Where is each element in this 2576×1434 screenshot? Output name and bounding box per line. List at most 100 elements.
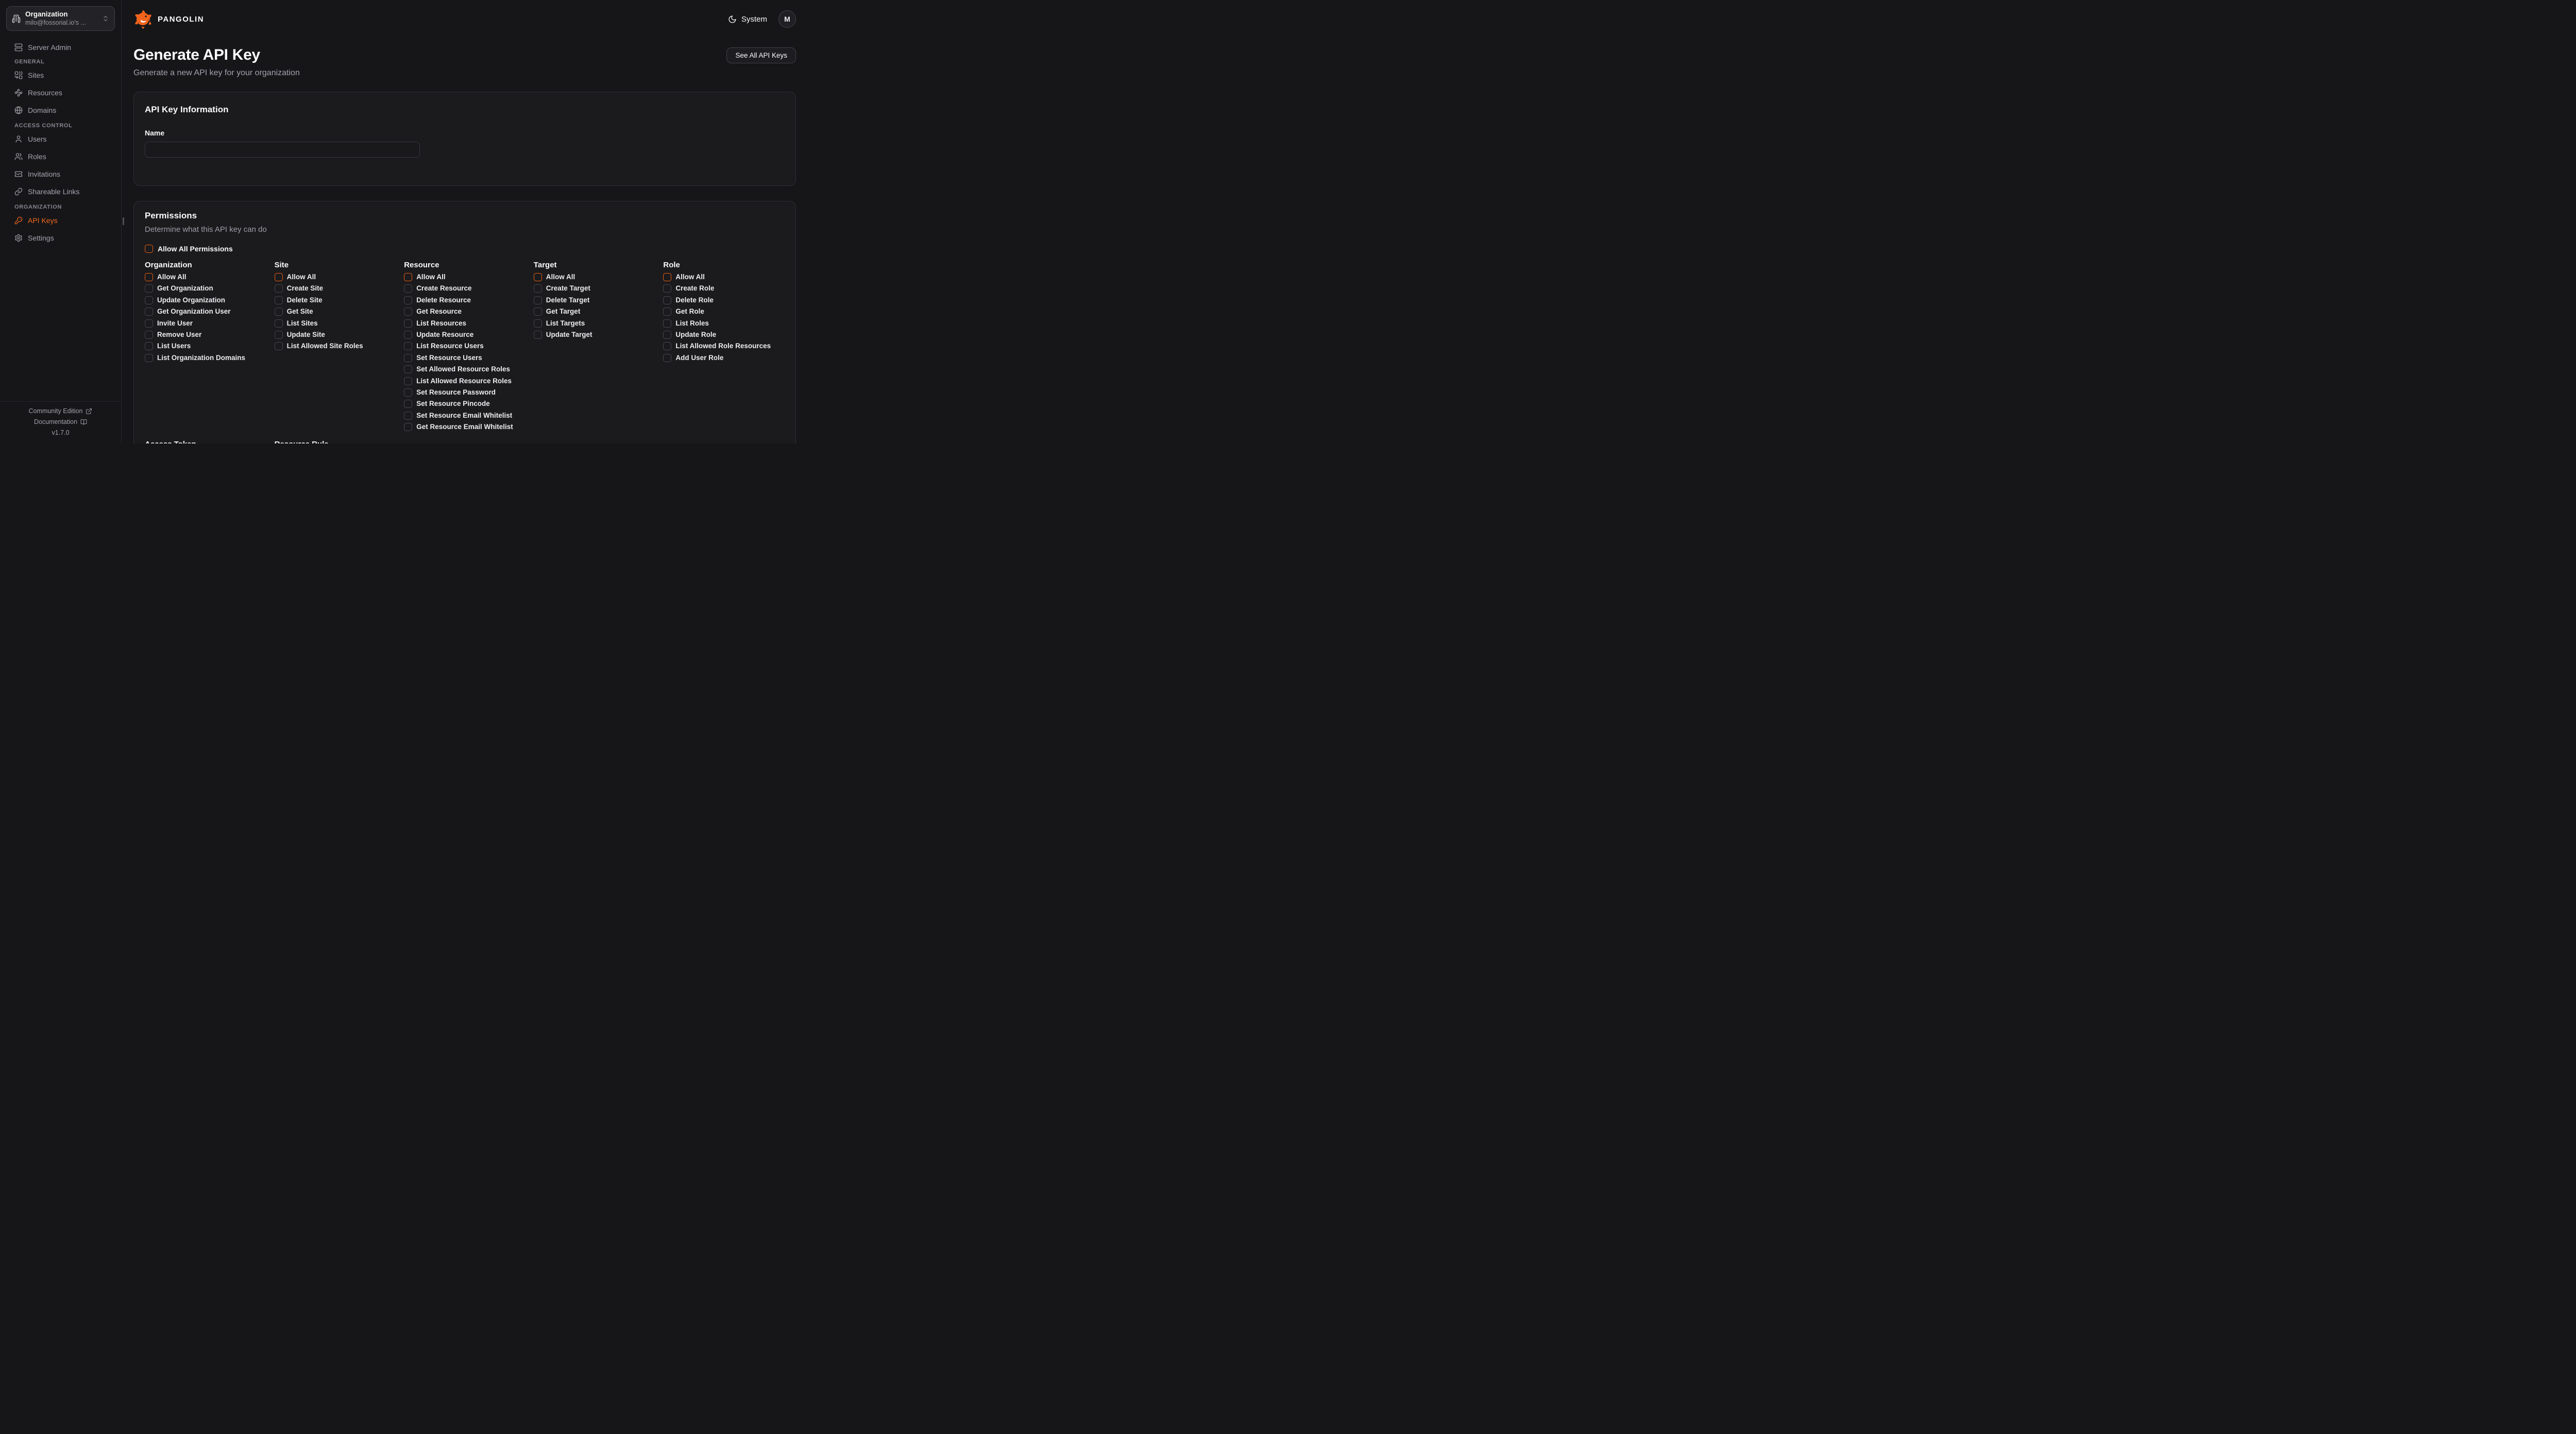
sidebar-scrollbar-thumb[interactable] bbox=[123, 217, 124, 225]
permission-checkbox[interactable] bbox=[404, 284, 412, 293]
permission-checkbox[interactable] bbox=[404, 388, 412, 397]
name-input[interactable] bbox=[145, 142, 420, 158]
permission-label: Create Resource bbox=[416, 284, 471, 293]
ticket-icon bbox=[14, 170, 23, 178]
permissions-card: Permissions Determine what this API key … bbox=[133, 201, 796, 443]
permission-checkbox[interactable] bbox=[663, 319, 671, 328]
permission-group-target: TargetAllow AllCreate TargetDelete Targe… bbox=[534, 261, 655, 339]
sidebar-item-api-keys[interactable]: API Keys bbox=[6, 215, 115, 226]
permission-label: Set Allowed Resource Roles bbox=[416, 365, 510, 373]
moon-icon bbox=[728, 15, 737, 24]
permission-checkbox[interactable] bbox=[663, 308, 671, 316]
theme-toggle[interactable]: System bbox=[728, 15, 767, 24]
sidebar-item-label: Server Admin bbox=[28, 43, 71, 52]
permission-group-title-resource-rule: Resource Rule bbox=[275, 440, 396, 443]
permission-checkbox[interactable] bbox=[663, 296, 671, 304]
permission-row: Create Target bbox=[534, 284, 655, 293]
permission-checkbox[interactable] bbox=[663, 284, 671, 293]
permission-checkbox[interactable] bbox=[534, 308, 542, 316]
sidebar-item-label: Domains bbox=[28, 106, 56, 114]
users-icon bbox=[14, 152, 23, 161]
permission-row: Remove User bbox=[145, 331, 266, 339]
api-key-information-title: API Key Information bbox=[145, 105, 785, 115]
permission-checkbox[interactable] bbox=[275, 308, 283, 316]
permission-row: Set Resource Password bbox=[404, 388, 526, 397]
permission-label: Remove User bbox=[157, 331, 201, 339]
permission-checkbox[interactable] bbox=[534, 319, 542, 328]
permission-checkbox[interactable] bbox=[145, 331, 153, 339]
permission-group-title-access-token: Access Token bbox=[145, 440, 266, 443]
permission-row: Update Role bbox=[663, 331, 785, 339]
server-icon bbox=[14, 43, 23, 52]
permission-checkbox[interactable] bbox=[275, 284, 283, 293]
permission-checkbox[interactable] bbox=[275, 296, 283, 304]
sidebar-item-users[interactable]: Users bbox=[6, 133, 115, 145]
permission-checkbox[interactable] bbox=[404, 365, 412, 373]
permission-checkbox[interactable] bbox=[145, 308, 153, 316]
permission-checkbox[interactable] bbox=[534, 284, 542, 293]
brand-name: PANGOLIN bbox=[158, 15, 204, 24]
permission-row: Allow All bbox=[145, 273, 266, 281]
brand[interactable]: PANGOLIN bbox=[133, 9, 204, 29]
main-content: PANGOLIN System M Generate API Key Gener… bbox=[122, 0, 808, 443]
permission-label: Get Resource Email Whitelist bbox=[416, 423, 513, 431]
sidebar-item-resources[interactable]: Resources bbox=[6, 87, 115, 98]
permission-checkbox[interactable] bbox=[534, 296, 542, 304]
app-window: Organization milo@fossorial.io's ... Ser… bbox=[0, 0, 808, 443]
permission-checkbox[interactable] bbox=[404, 377, 412, 385]
permission-row: List Resources bbox=[404, 319, 526, 328]
permission-checkbox[interactable] bbox=[404, 354, 412, 362]
sidebar-item-invitations[interactable]: Invitations bbox=[6, 168, 115, 180]
sidebar-item-settings[interactable]: Settings bbox=[6, 232, 115, 244]
gear-icon bbox=[14, 234, 23, 242]
permission-checkbox[interactable] bbox=[404, 296, 412, 304]
permission-label: Get Resource bbox=[416, 308, 462, 316]
permission-checkbox[interactable] bbox=[663, 331, 671, 339]
sidebar-item-shareable-links[interactable]: Shareable Links bbox=[6, 186, 115, 197]
permission-label: Get Organization User bbox=[157, 308, 231, 316]
footer-link-documentation[interactable]: Documentation bbox=[34, 418, 87, 425]
permission-checkbox[interactable] bbox=[404, 342, 412, 350]
footer-link-label: Community Edition bbox=[29, 407, 83, 415]
permission-checkbox[interactable] bbox=[145, 319, 153, 328]
chevrons-up-down-icon bbox=[102, 15, 109, 22]
permission-checkbox[interactable] bbox=[663, 342, 671, 350]
permission-checkbox[interactable] bbox=[275, 342, 283, 350]
user-menu-avatar[interactable]: M bbox=[778, 10, 796, 28]
permission-checkbox[interactable] bbox=[663, 354, 671, 362]
allow-all-checkbox[interactable] bbox=[663, 273, 671, 281]
permission-checkbox[interactable] bbox=[145, 354, 153, 362]
permission-checkbox[interactable] bbox=[534, 331, 542, 339]
permission-label: Allow All bbox=[287, 273, 316, 281]
permission-checkbox[interactable] bbox=[275, 319, 283, 328]
see-all-api-keys-button[interactable]: See All API Keys bbox=[726, 47, 796, 63]
permission-label: Get Role bbox=[675, 308, 704, 316]
allow-all-permissions-checkbox[interactable] bbox=[145, 245, 153, 253]
building-icon bbox=[12, 14, 21, 23]
permission-checkbox[interactable] bbox=[404, 412, 412, 420]
allow-all-checkbox[interactable] bbox=[145, 273, 153, 281]
permission-checkbox[interactable] bbox=[404, 331, 412, 339]
organization-selector[interactable]: Organization milo@fossorial.io's ... bbox=[6, 6, 115, 31]
permissions-grid: OrganizationAllow AllGet OrganizationUpd… bbox=[145, 261, 785, 431]
allow-all-checkbox[interactable] bbox=[534, 273, 542, 281]
permission-checkbox[interactable] bbox=[404, 423, 412, 431]
permission-row: Allow All bbox=[534, 273, 655, 281]
permission-label: Update Role bbox=[675, 331, 716, 339]
permission-checkbox[interactable] bbox=[145, 342, 153, 350]
sidebar-item-server-admin[interactable]: Server Admin bbox=[6, 42, 115, 53]
permission-checkbox[interactable] bbox=[404, 308, 412, 316]
allow-all-checkbox[interactable] bbox=[275, 273, 283, 281]
permission-checkbox[interactable] bbox=[275, 331, 283, 339]
sidebar-item-sites[interactable]: Sites bbox=[6, 70, 115, 81]
allow-all-checkbox[interactable] bbox=[404, 273, 412, 281]
permission-checkbox[interactable] bbox=[145, 296, 153, 304]
footer-link-community-edition[interactable]: Community Edition bbox=[29, 407, 93, 415]
sidebar-item-domains[interactable]: Domains bbox=[6, 105, 115, 116]
sidebar-item-roles[interactable]: Roles bbox=[6, 151, 115, 162]
key-icon bbox=[14, 216, 23, 225]
permission-checkbox[interactable] bbox=[404, 400, 412, 408]
permission-checkbox[interactable] bbox=[145, 284, 153, 293]
permission-checkbox[interactable] bbox=[404, 319, 412, 328]
sidebar-section-label-general: GENERAL bbox=[6, 58, 115, 65]
